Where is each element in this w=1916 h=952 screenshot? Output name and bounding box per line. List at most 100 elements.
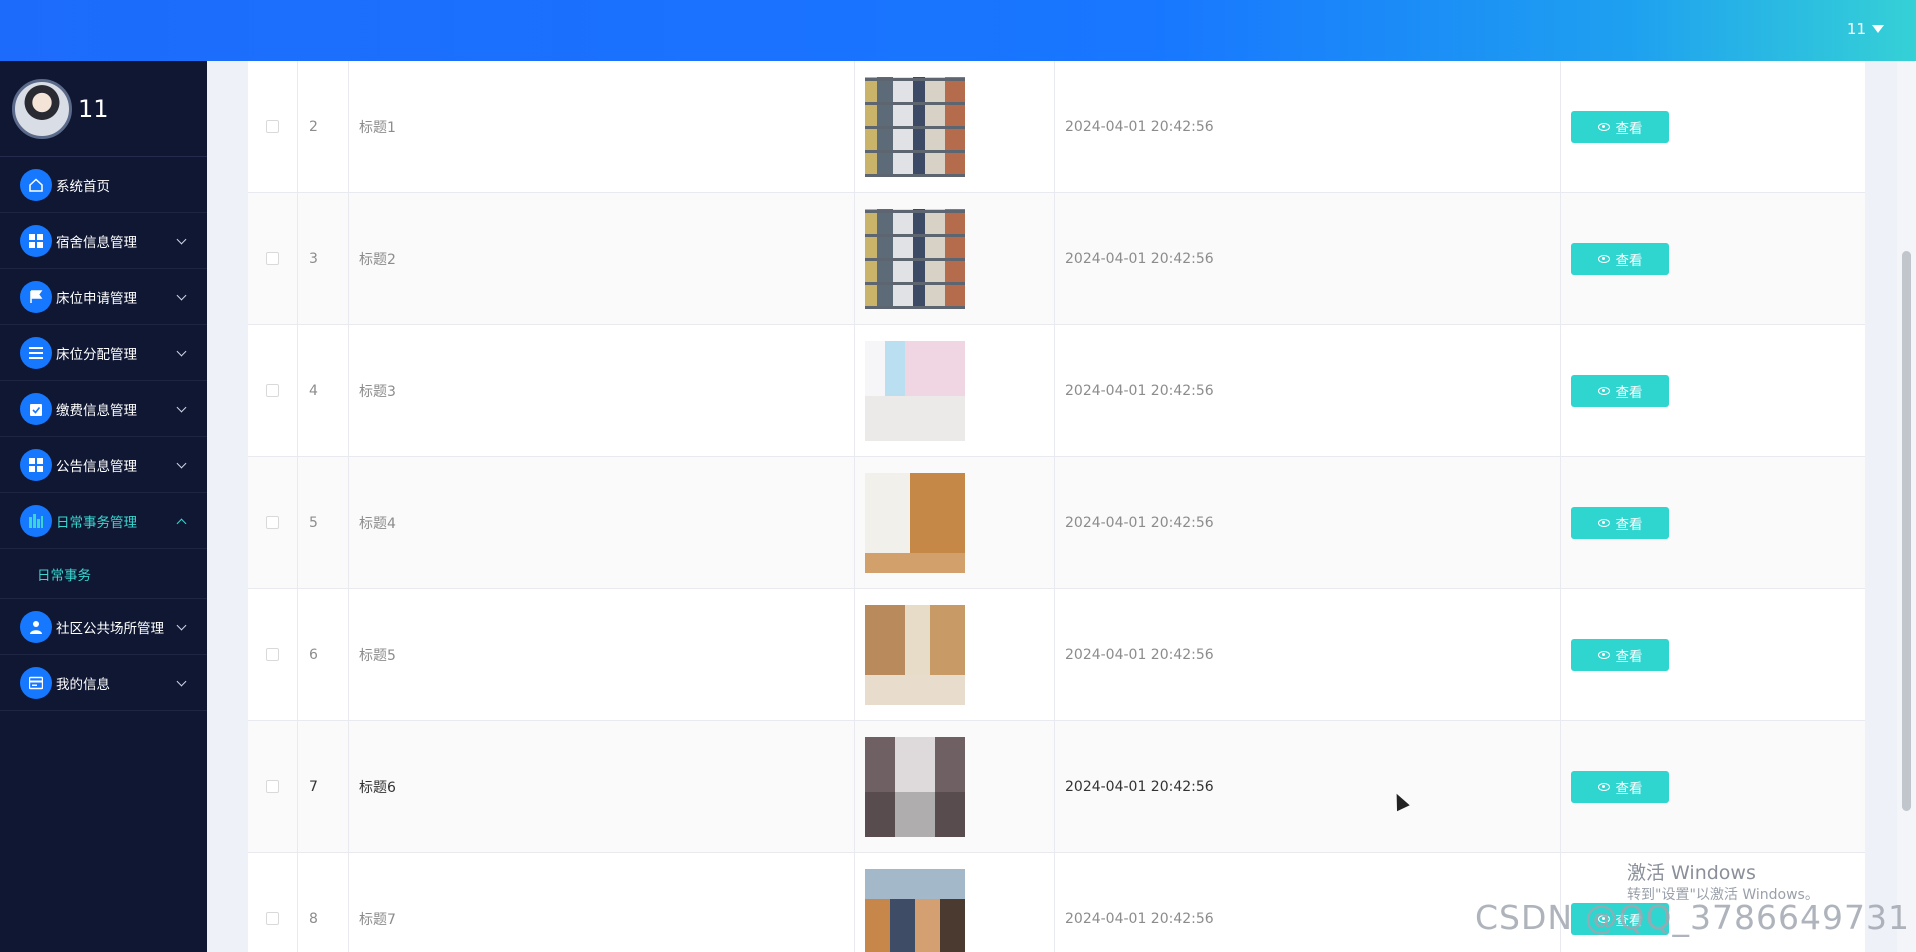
- row-title: 标题2: [349, 193, 855, 324]
- sidebar-item-label: 床位申请管理: [56, 290, 137, 307]
- row-time: 2024-04-01 20:42:56: [1055, 193, 1561, 324]
- card-icon: [20, 666, 52, 699]
- row-thumbnail[interactable]: [865, 340, 965, 441]
- avatar: [12, 78, 72, 139]
- row-thumbnail[interactable]: [865, 604, 965, 705]
- grid-icon: [20, 448, 52, 481]
- sidebar-item-bed-apply[interactable]: 床位申请管理: [0, 269, 207, 325]
- row-time: 2024-04-01 20:42:56: [1055, 325, 1561, 456]
- view-button-label: 查看: [1615, 516, 1643, 533]
- grid-icon: [20, 224, 52, 257]
- chevron-down-icon: [176, 234, 187, 245]
- row-index: 2: [298, 61, 349, 192]
- flag-icon: [20, 280, 52, 313]
- eye-icon: [1597, 650, 1610, 659]
- eye-icon: [1597, 122, 1610, 131]
- sidebar: 11 系统首页 宿舍信息管理 床位申请管理 床位分配管理 缴费信息管理 公告信息…: [0, 61, 207, 952]
- list-icon: [20, 336, 52, 369]
- table-row: 7 标题6 2024-04-01 20:42:56 查看: [248, 721, 1865, 853]
- sidebar-item-label: 日常事务管理: [56, 514, 137, 531]
- row-time: 2024-04-01 20:42:56: [1055, 457, 1561, 588]
- chevron-up-icon: [176, 518, 187, 529]
- table-row: 4 标题3 2024-04-01 20:42:56 查看: [248, 325, 1865, 457]
- username: 11: [78, 94, 109, 123]
- row-thumbnail[interactable]: [865, 76, 965, 177]
- submenu-item-daily-affairs[interactable]: 日常事务: [0, 549, 207, 599]
- row-title: 标题3: [349, 325, 855, 456]
- row-checkbox[interactable]: [266, 912, 279, 925]
- view-button[interactable]: 查看: [1571, 110, 1669, 143]
- view-button-label: 查看: [1615, 648, 1643, 665]
- table-row: 6 标题5 2024-04-01 20:42:56 查看: [248, 589, 1865, 721]
- sidebar-item-label: 宿舍信息管理: [56, 234, 137, 251]
- row-title: 标题1: [349, 61, 855, 192]
- row-time: 2024-04-01 20:42:56: [1055, 721, 1561, 852]
- row-checkbox[interactable]: [266, 252, 279, 265]
- row-index: 7: [298, 721, 349, 852]
- row-checkbox[interactable]: [266, 120, 279, 133]
- row-checkbox[interactable]: [266, 648, 279, 661]
- eye-icon: [1597, 254, 1610, 263]
- home-icon: [20, 168, 52, 201]
- chart-icon: [20, 504, 52, 537]
- chevron-down-icon: [176, 458, 187, 469]
- sidebar-item-my-info[interactable]: 我的信息: [0, 655, 207, 711]
- view-button-label: 查看: [1615, 120, 1643, 137]
- row-index: 8: [298, 853, 349, 952]
- chevron-down-icon: [176, 402, 187, 413]
- view-button[interactable]: 查看: [1571, 374, 1669, 407]
- chevron-down-icon: [176, 346, 187, 357]
- row-thumbnail[interactable]: [865, 472, 965, 573]
- user-icon: [20, 610, 52, 643]
- sidebar-item-daily-affairs[interactable]: 日常事务管理: [0, 493, 207, 549]
- sidebar-item-label: 公告信息管理: [56, 458, 137, 475]
- view-button[interactable]: 查看: [1571, 638, 1669, 671]
- row-index: 3: [298, 193, 349, 324]
- table-row: 5 标题4 2024-04-01 20:42:56 查看: [248, 457, 1865, 589]
- eye-icon: [1597, 518, 1610, 527]
- view-button-label: 查看: [1615, 780, 1643, 797]
- sidebar-item-notice[interactable]: 公告信息管理: [0, 437, 207, 493]
- sidebar-item-payment[interactable]: 缴费信息管理: [0, 381, 207, 437]
- row-time: 2024-04-01 20:42:56: [1055, 61, 1561, 192]
- table-row: 3 标题2 2024-04-01 20:42:56 查看: [248, 193, 1865, 325]
- view-button[interactable]: 查看: [1571, 770, 1669, 803]
- eye-icon: [1597, 782, 1610, 791]
- row-checkbox[interactable]: [266, 780, 279, 793]
- row-index: 5: [298, 457, 349, 588]
- sidebar-item-community[interactable]: 社区公共场所管理: [0, 599, 207, 655]
- row-index: 4: [298, 325, 349, 456]
- row-thumbnail[interactable]: [865, 208, 965, 309]
- row-checkbox[interactable]: [266, 516, 279, 529]
- chevron-down-icon: [176, 290, 187, 301]
- sidebar-item-bed-assign[interactable]: 床位分配管理: [0, 325, 207, 381]
- row-checkbox[interactable]: [266, 384, 279, 397]
- row-title: 标题4: [349, 457, 855, 588]
- row-thumbnail[interactable]: [865, 868, 965, 952]
- row-index: 6: [298, 589, 349, 720]
- user-dropdown[interactable]: 11: [1847, 20, 1884, 38]
- profile: 11: [0, 61, 207, 157]
- clipboard-icon: [20, 392, 52, 425]
- page-scrollbar[interactable]: [1897, 61, 1916, 952]
- sidebar-item-label: 社区公共场所管理: [56, 620, 164, 637]
- chevron-down-icon: [176, 676, 187, 687]
- sidebar-item-home[interactable]: 系统首页: [0, 157, 207, 213]
- table-row: 2 标题1 2024-04-01 20:42:56 查看: [248, 61, 1865, 193]
- row-thumbnail[interactable]: [865, 736, 965, 837]
- row-title: 标题6: [349, 721, 855, 852]
- windows-activation-watermark: 激活 Windows: [1627, 862, 1756, 884]
- eye-icon: [1597, 386, 1610, 395]
- row-title: 标题5: [349, 589, 855, 720]
- scrollbar-thumb[interactable]: [1902, 251, 1911, 811]
- caret-down-icon: [1872, 25, 1884, 33]
- view-button-label: 查看: [1615, 252, 1643, 269]
- view-button[interactable]: 查看: [1571, 242, 1669, 275]
- chevron-down-icon: [176, 620, 187, 631]
- csdn-watermark: CSDN @QQ_3786649731: [1475, 898, 1910, 937]
- sidebar-item-dorm-info[interactable]: 宿舍信息管理: [0, 213, 207, 269]
- row-title: 标题7: [349, 853, 855, 952]
- view-button[interactable]: 查看: [1571, 506, 1669, 539]
- sidebar-item-label: 我的信息: [56, 676, 110, 693]
- sidebar-item-label: 床位分配管理: [56, 346, 137, 363]
